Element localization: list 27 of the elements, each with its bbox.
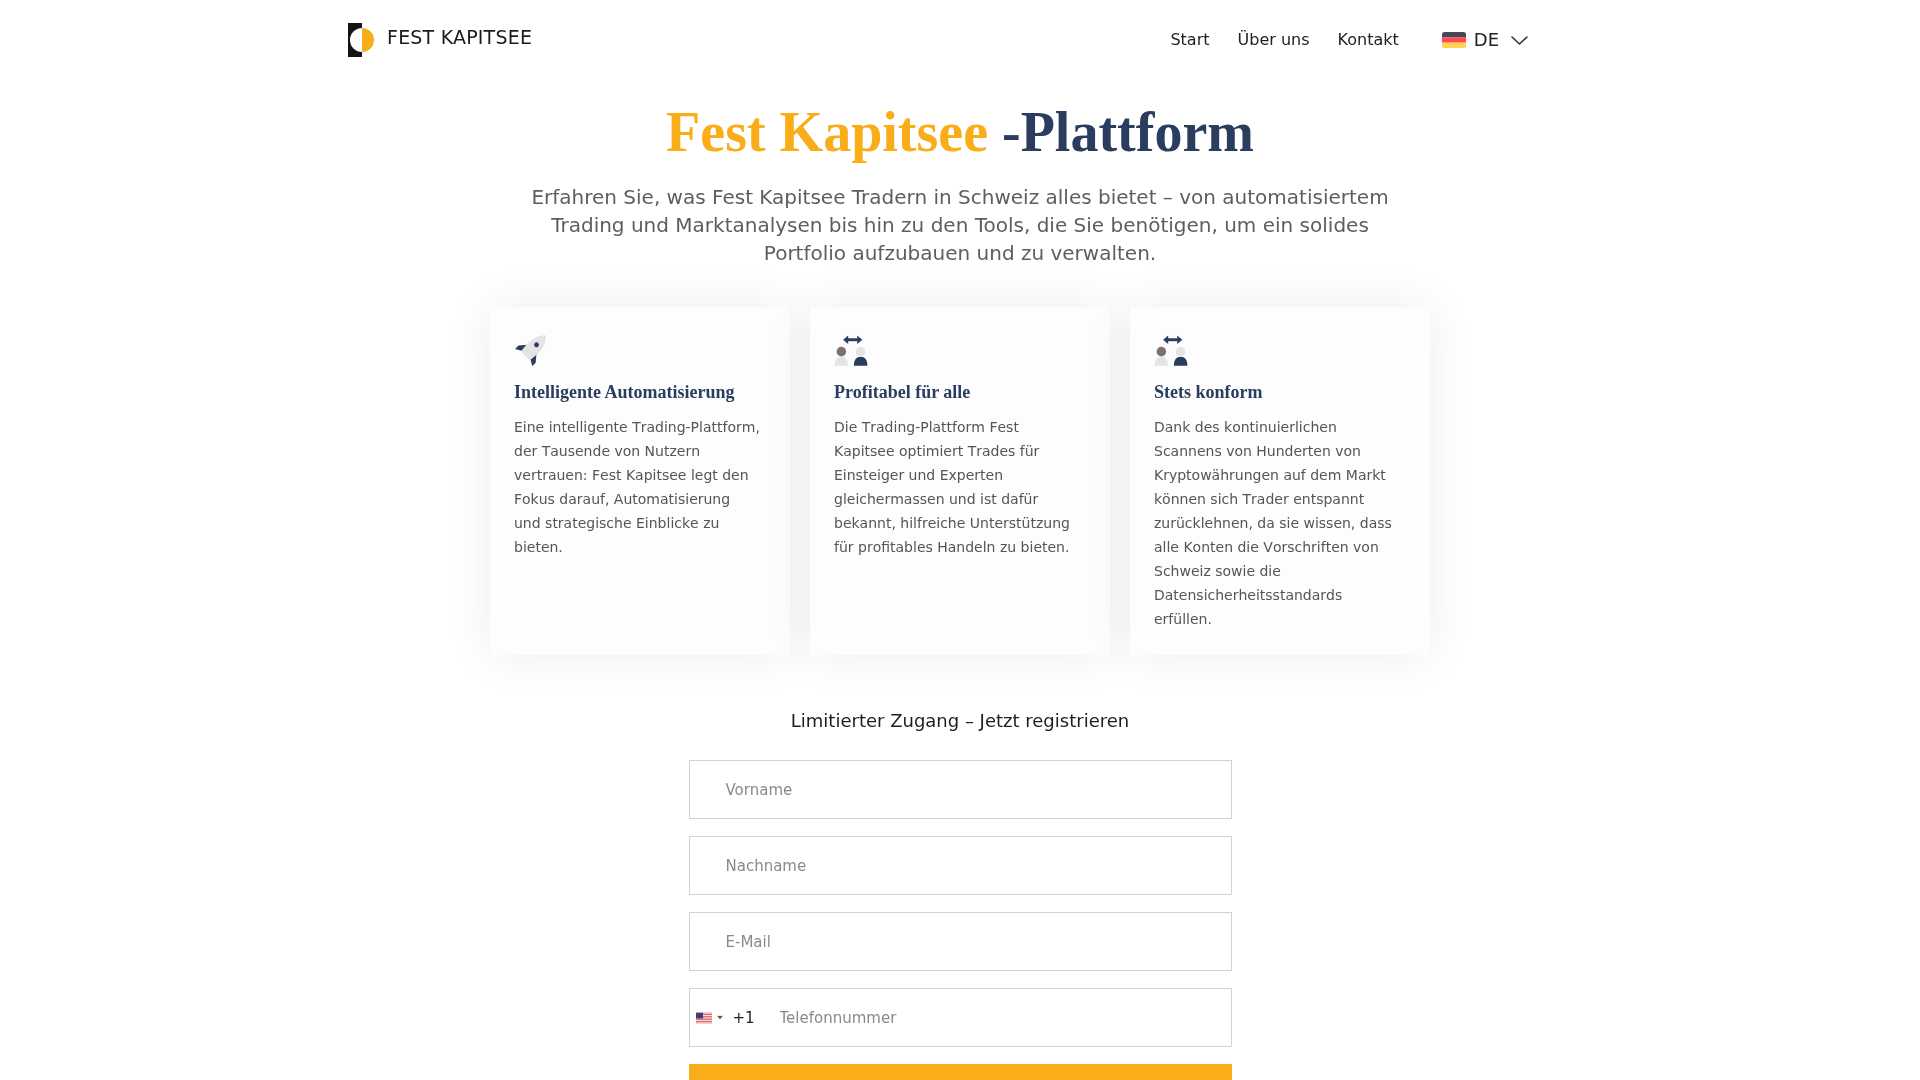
people-arrow-icon <box>1154 335 1188 366</box>
feature-title: Intelligente Automatisierung <box>514 381 736 404</box>
nav-link[interactable]: Start <box>1170 28 1210 52</box>
form-heading: Limitierter Zugang – Jetzt registrieren <box>789 709 1131 733</box>
text-field[interactable]: Nachname <box>688 836 1232 895</box>
logo-icon <box>348 23 374 57</box>
text-field[interactable]: Vorname <box>688 760 1232 819</box>
nav-link[interactable]: Über uns <box>1237 28 1310 52</box>
feature-text: Die Trading-Plattform Fest Kapitsee optimiert Trades für Einsteiger und Experten gleichermassen und ist dafür bekannt, hilfreiche Unterstützung für profitables Handeln zu bieten. <box>834 418 1071 557</box>
submit-button[interactable] <box>688 1064 1232 1080</box>
feature-text: Dank des kontinuierlichen Scannens von Hunderten von Kryptowährungen auf dem Markt können sich Trader entspannt zurücklehnen, da sie wissen, dass alle Konten die Vorschriften von Schweiz sowie die Datensicherheitsstandards erfüllen. <box>1154 418 1393 629</box>
rocket-icon <box>514 332 548 366</box>
country-select[interactable]: +1 <box>695 1010 755 1025</box>
flag-icon <box>695 1012 712 1023</box>
brand-name: FEST KAPITSEE <box>387 24 533 50</box>
nav-link[interactable]: Kontakt <box>1337 28 1399 52</box>
language-select[interactable]: DE <box>1441 31 1528 49</box>
feature-text: Eine intelligente Trading-Plattform, der Tausende von Nutzern vertrauen: Fest Kapitsee legt den Fokus darauf, Automatisierung und strategische Einblicke zu bieten. <box>514 418 761 557</box>
intro-paragraph: Erfahren Sie, was Fest Kapitsee Tradern in Schweiz alles bietet – von automatisiertem Trading und Marktanalysen bis hin zu den Tools, die Sie benötigen, um ein solides Portfolio aufzubauen und zu verwalten. <box>530 184 1390 267</box>
email-field[interactable]: E-Mail <box>688 912 1232 971</box>
feature-title: Stets konform <box>1154 381 1264 404</box>
chevron-down-icon <box>1511 35 1528 45</box>
page-title: Fest Kapitsee -Plattform <box>665 100 1255 165</box>
feature-title: Profitabel für alle <box>834 381 972 404</box>
caret-icon <box>716 1015 723 1020</box>
flag-icon <box>1441 32 1466 48</box>
people-arrow-icon <box>834 335 868 366</box>
